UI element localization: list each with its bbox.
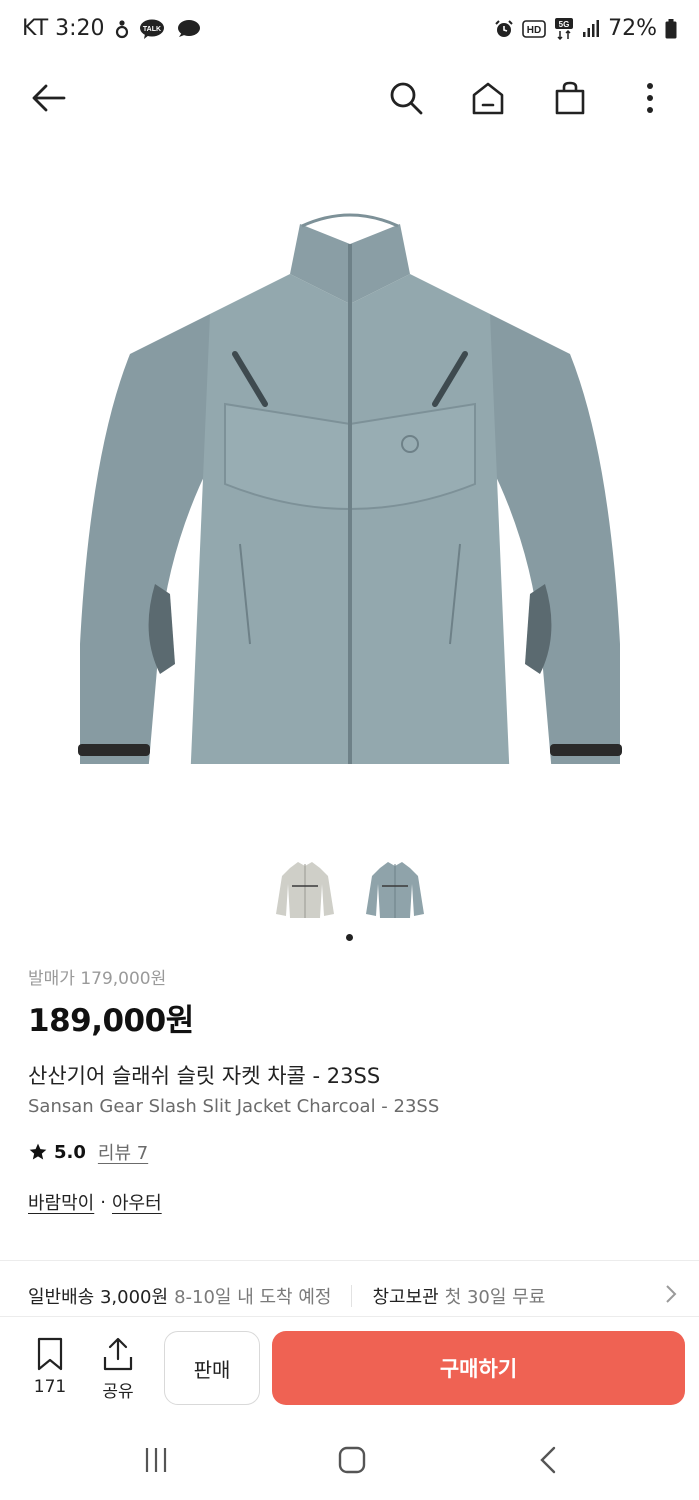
back-arrow-icon <box>32 84 66 112</box>
carrier-time: KT 3:20 <box>22 16 105 41</box>
home-nav-button[interactable] <box>332 1440 372 1480</box>
top-nav <box>0 62 699 134</box>
recents-button[interactable] <box>136 1440 176 1480</box>
back-button[interactable] <box>26 76 70 120</box>
category-link-windbreaker[interactable]: 바람막이 <box>28 1189 94 1215</box>
shipping-main: 일반배송 3,000원 <box>28 1287 169 1308</box>
svg-text:TALK: TALK <box>142 26 160 33</box>
action-bar: 171 공유 판매 구매하기 <box>0 1316 699 1416</box>
thumbnail-blue[interactable] <box>360 850 430 928</box>
review-link[interactable]: 리뷰 7 <box>98 1139 148 1165</box>
product-name-ko: 산산기어 슬래쉬 슬릿 자켓 차콜 - 23SS <box>28 1064 381 1088</box>
shipping-row[interactable]: 일반배송 3,000원 8-10일 내 도착 예정 창고보관 첫 30일 무료 <box>28 1278 678 1314</box>
back-chevron-icon <box>540 1446 556 1474</box>
buy-button[interactable]: 구매하기 <box>272 1331 685 1405</box>
category-row: 바람막이 · 아우터 <box>28 1189 671 1215</box>
chevron-right-icon <box>664 1282 678 1311</box>
battery-icon <box>665 18 677 39</box>
chat-bubble-icon <box>175 19 201 39</box>
shopping-bag-icon <box>555 81 585 115</box>
release-price: 발매가 179,000원 <box>28 969 167 989</box>
product-name-en: Sansan Gear Slash Slit Jacket Charcoal -… <box>28 1096 440 1117</box>
5g-icon: 5G <box>554 17 574 40</box>
more-button[interactable] <box>628 76 672 120</box>
kakaotalk-icon: TALK <box>139 19 165 39</box>
thumbnail-strip <box>0 850 699 930</box>
jacket-image <box>77 213 622 764</box>
jacket-thumbnail-image <box>275 862 334 918</box>
share-label: 공유 <box>102 1382 134 1402</box>
share-button[interactable]: 공유 <box>88 1337 148 1402</box>
storage-main: 창고보관 <box>372 1287 439 1308</box>
category-link-outer[interactable]: 아우터 <box>112 1189 162 1215</box>
rating-row: 5.0 리뷰 7 <box>28 1139 671 1165</box>
status-bar: KT 3:20 TALK HD 5G 72% <box>0 0 699 62</box>
storage-sub: 첫 30일 무료 <box>444 1287 546 1308</box>
product-info: 발매가 179,000원 189,000원 산산기어 슬래쉬 슬릿 자켓 차콜 … <box>28 964 671 1215</box>
notification-icon <box>115 19 129 39</box>
alarm-icon <box>494 19 514 39</box>
home-square-icon <box>338 1446 366 1474</box>
more-vert-icon <box>647 83 653 113</box>
cart-button[interactable] <box>548 76 592 120</box>
thumbnail-beige[interactable] <box>270 850 340 928</box>
bookmark-count: 171 <box>33 1377 67 1397</box>
carousel-indicator <box>346 934 353 941</box>
battery-percent: 72% <box>608 16 657 41</box>
category-separator: · <box>100 1191 106 1213</box>
divider <box>0 1260 699 1261</box>
home-button[interactable] <box>466 76 510 120</box>
system-nav-bar <box>0 1420 699 1500</box>
svg-text:HD: HD <box>527 25 541 36</box>
recents-icon <box>145 1448 167 1472</box>
search-button[interactable] <box>384 76 428 120</box>
rating-value: 5.0 <box>54 1141 86 1163</box>
jacket-thumbnail-image <box>365 862 424 918</box>
home-icon <box>472 82 504 115</box>
signal-icon <box>582 19 600 38</box>
product-image[interactable] <box>0 134 699 834</box>
back-nav-button[interactable] <box>528 1440 568 1480</box>
hd-icon: HD <box>522 19 546 38</box>
share-icon <box>103 1337 133 1371</box>
bookmark-icon <box>37 1337 63 1371</box>
price: 189,000원 <box>28 1003 194 1039</box>
svg-text:5G: 5G <box>559 20 570 29</box>
bookmark-button[interactable]: 171 <box>20 1337 80 1397</box>
shipping-eta: 8-10일 내 도착 예정 <box>174 1287 332 1308</box>
star-icon <box>29 1143 47 1160</box>
sell-button[interactable]: 판매 <box>164 1331 260 1405</box>
shipping-separator <box>351 1285 353 1307</box>
search-icon <box>390 82 423 115</box>
